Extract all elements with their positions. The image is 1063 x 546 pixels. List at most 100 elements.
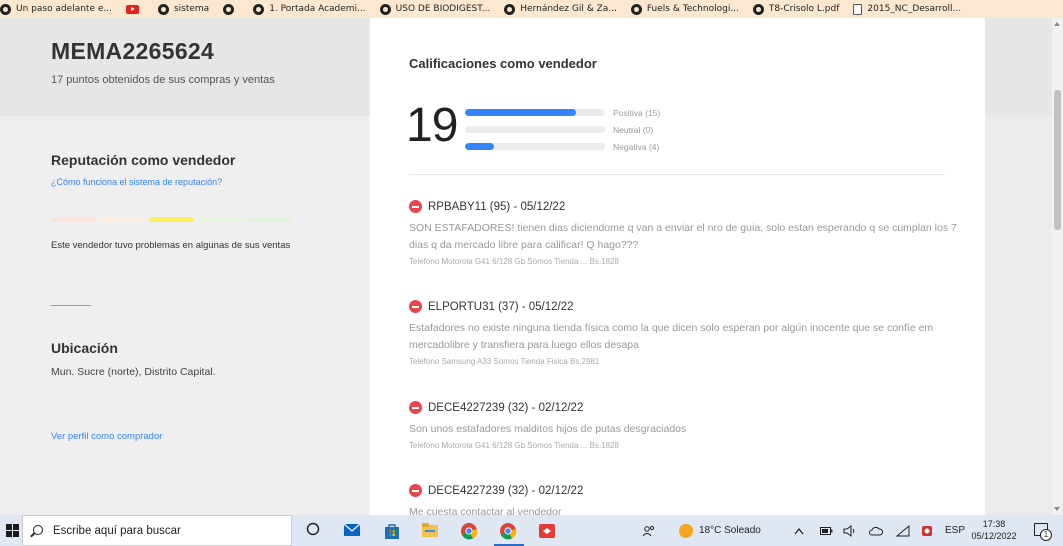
- task-view-icon[interactable]: [306, 522, 324, 540]
- rating-bar-label: Positiva (15): [613, 107, 661, 118]
- youtube-icon: [125, 4, 139, 14]
- bookmark-item[interactable]: [223, 3, 239, 15]
- chrome-icon: [504, 3, 516, 15]
- chrome-icon: [223, 3, 235, 15]
- rating-bar-label: Negativa (4): [613, 141, 660, 152]
- language-indicator[interactable]: ESP: [945, 515, 965, 546]
- review-text: Son unos estafadores malditos hijos de p…: [409, 423, 687, 435]
- reputation-help-link[interactable]: ¿Cómo funciona el sistema de reputación?: [51, 177, 222, 187]
- review-item: ELPORTU31 (37) - 05/12/22 Estafadores no…: [409, 300, 959, 366]
- review-item: RPBABY11 (95) - 05/12/22 SON ESTAFADORES…: [409, 200, 959, 266]
- chrome-icon: [379, 3, 391, 15]
- buyer-profile-link[interactable]: Ver perfil como comprador: [51, 431, 162, 442]
- scroll-up-icon[interactable]: [1054, 22, 1060, 26]
- negative-icon: [409, 200, 422, 213]
- thermometer-level: [247, 217, 292, 222]
- review-product[interactable]: Telefono Motorola G41 6/128 Gb Somos Tie…: [409, 257, 959, 266]
- review-product[interactable]: Telefono Motorola G41 6/128 Gb Somos Tie…: [409, 441, 959, 450]
- thermometer-level: [51, 217, 96, 222]
- thermometer-level: [100, 217, 145, 222]
- location-value: Mun. Sucre (norte), Distrito Capital.: [51, 366, 216, 378]
- review-text: Estafadores no existe ninguna tienda fís…: [409, 322, 934, 351]
- negative-icon: [409, 484, 422, 497]
- negative-icon: [409, 401, 422, 414]
- bookmark-item[interactable]: USO DE BIODIGEST...: [379, 3, 490, 15]
- chevron-up-icon[interactable]: [794, 515, 804, 546]
- scroll-down-icon[interactable]: [1054, 507, 1060, 511]
- vertical-scrollbar[interactable]: [1052, 18, 1063, 515]
- reputation-title: Reputación como vendedor: [51, 152, 236, 168]
- file-explorer-icon[interactable]: [421, 522, 439, 540]
- divider: [409, 174, 945, 175]
- rating-bar-track: [465, 126, 605, 133]
- ratings-title: Calificaciones como vendedor: [409, 56, 597, 71]
- review-item: DECE4227239 (32) - 02/12/22 Me cuesta co…: [409, 484, 959, 515]
- review-text: SON ESTAFADORES! tienen dias diciendome …: [409, 222, 957, 251]
- location-title: Ubicación: [51, 340, 118, 356]
- rating-bar-fill: [465, 143, 495, 150]
- search-placeholder: Escribe aquí para buscar: [53, 524, 181, 537]
- bookmark-item[interactable]: T8-Crisolo L.pdf: [752, 3, 839, 15]
- bookmark-item[interactable]: 1. Portada Academi...: [253, 3, 366, 15]
- bookmark-item[interactable]: Hernández Gil & Za...: [504, 3, 617, 15]
- volume-icon[interactable]: [843, 515, 857, 546]
- notification-badge: 1: [1040, 529, 1052, 541]
- ratings-bars: Positiva (15) Neutral (0) Negativa (4): [465, 104, 660, 155]
- rating-bar-row: Positiva (15): [465, 104, 660, 121]
- review-header: DECE4227239 (32) - 02/12/22: [428, 484, 584, 497]
- chrome-icon: [157, 3, 169, 15]
- pdf-icon: [853, 3, 863, 15]
- ratings-card: Calificaciones como vendedor 19 Positiva…: [370, 18, 985, 515]
- review-header: ELPORTU31 (37) - 05/12/22: [428, 300, 574, 313]
- rating-bar-row: Negativa (4): [465, 138, 660, 155]
- chrome-icon[interactable]: [460, 522, 478, 540]
- bookmark-item[interactable]: Un paso adelante e...: [0, 3, 112, 15]
- antivirus-icon[interactable]: [920, 515, 934, 546]
- thermometer-level-active: [149, 217, 194, 222]
- ratings-total: 19: [406, 99, 458, 152]
- wifi-icon[interactable]: [896, 515, 910, 546]
- bookmarks-bar: Un paso adelante e... sistema 1. Portada…: [0, 0, 1063, 18]
- store-icon[interactable]: [383, 522, 401, 540]
- chrome-icon: [630, 3, 642, 15]
- people-icon[interactable]: [642, 515, 656, 546]
- page-title: MEMA2265624: [51, 38, 215, 64]
- review-header: RPBABY11 (95) - 05/12/22: [428, 200, 566, 213]
- bookmark-item[interactable]: 2015_NC_Desarroll...: [853, 3, 961, 15]
- sun-icon: [679, 523, 693, 538]
- taskbar: Escribe aquí para buscar 18°C Soleado ES…: [0, 515, 1063, 546]
- rating-bar-track: [465, 109, 605, 116]
- rating-bar-row: Neutral (0): [465, 121, 660, 138]
- mail-icon[interactable]: [343, 522, 361, 540]
- chrome-icon: [0, 3, 11, 15]
- taskbar-search[interactable]: Escribe aquí para buscar: [22, 515, 292, 546]
- sidebar: [0, 116, 370, 515]
- bookmark-item[interactable]: Fuels & Technologi...: [630, 3, 739, 15]
- scroll-thumb[interactable]: [1054, 90, 1061, 230]
- cloud-icon[interactable]: [869, 515, 883, 546]
- review-item: DECE4227239 (32) - 02/12/22 Son unos est…: [409, 401, 959, 450]
- weather-widget[interactable]: 18°C Soleado: [679, 515, 761, 546]
- bookmark-item[interactable]: sistema: [157, 3, 209, 15]
- chrome-icon: [253, 3, 265, 15]
- profile-page: MEMA2265624 17 puntos obtenidos de sus c…: [0, 18, 1052, 515]
- thermometer-level: [198, 217, 243, 222]
- clock-date: 05/12/2022: [971, 531, 1017, 541]
- chrome-icon: [752, 3, 764, 15]
- battery-icon[interactable]: [820, 515, 833, 546]
- negative-icon: [409, 300, 422, 313]
- clock-time: 17:38: [982, 519, 1006, 529]
- chrome-active-icon[interactable]: [499, 522, 517, 540]
- review-text: Me cuesta contactar al vendedor: [409, 506, 562, 515]
- reputation-description: Este vendedor tuvo problemas en algunas …: [51, 240, 291, 251]
- rating-bar-label: Neutral (0): [613, 124, 654, 135]
- review-header: DECE4227239 (32) - 02/12/22: [428, 401, 584, 414]
- app-icon[interactable]: [538, 522, 556, 540]
- bookmark-item[interactable]: [125, 4, 144, 14]
- windows-start-icon[interactable]: [2, 521, 22, 541]
- taskbar-clock[interactable]: 17:38 05/12/2022: [968, 518, 1020, 542]
- reputation-thermometer: [51, 217, 292, 222]
- review-product[interactable]: Telefono Samsung A33 Somos Tienda Fisica…: [409, 357, 959, 366]
- rating-bar-fill: [465, 109, 576, 116]
- rating-bar-track: [465, 143, 605, 150]
